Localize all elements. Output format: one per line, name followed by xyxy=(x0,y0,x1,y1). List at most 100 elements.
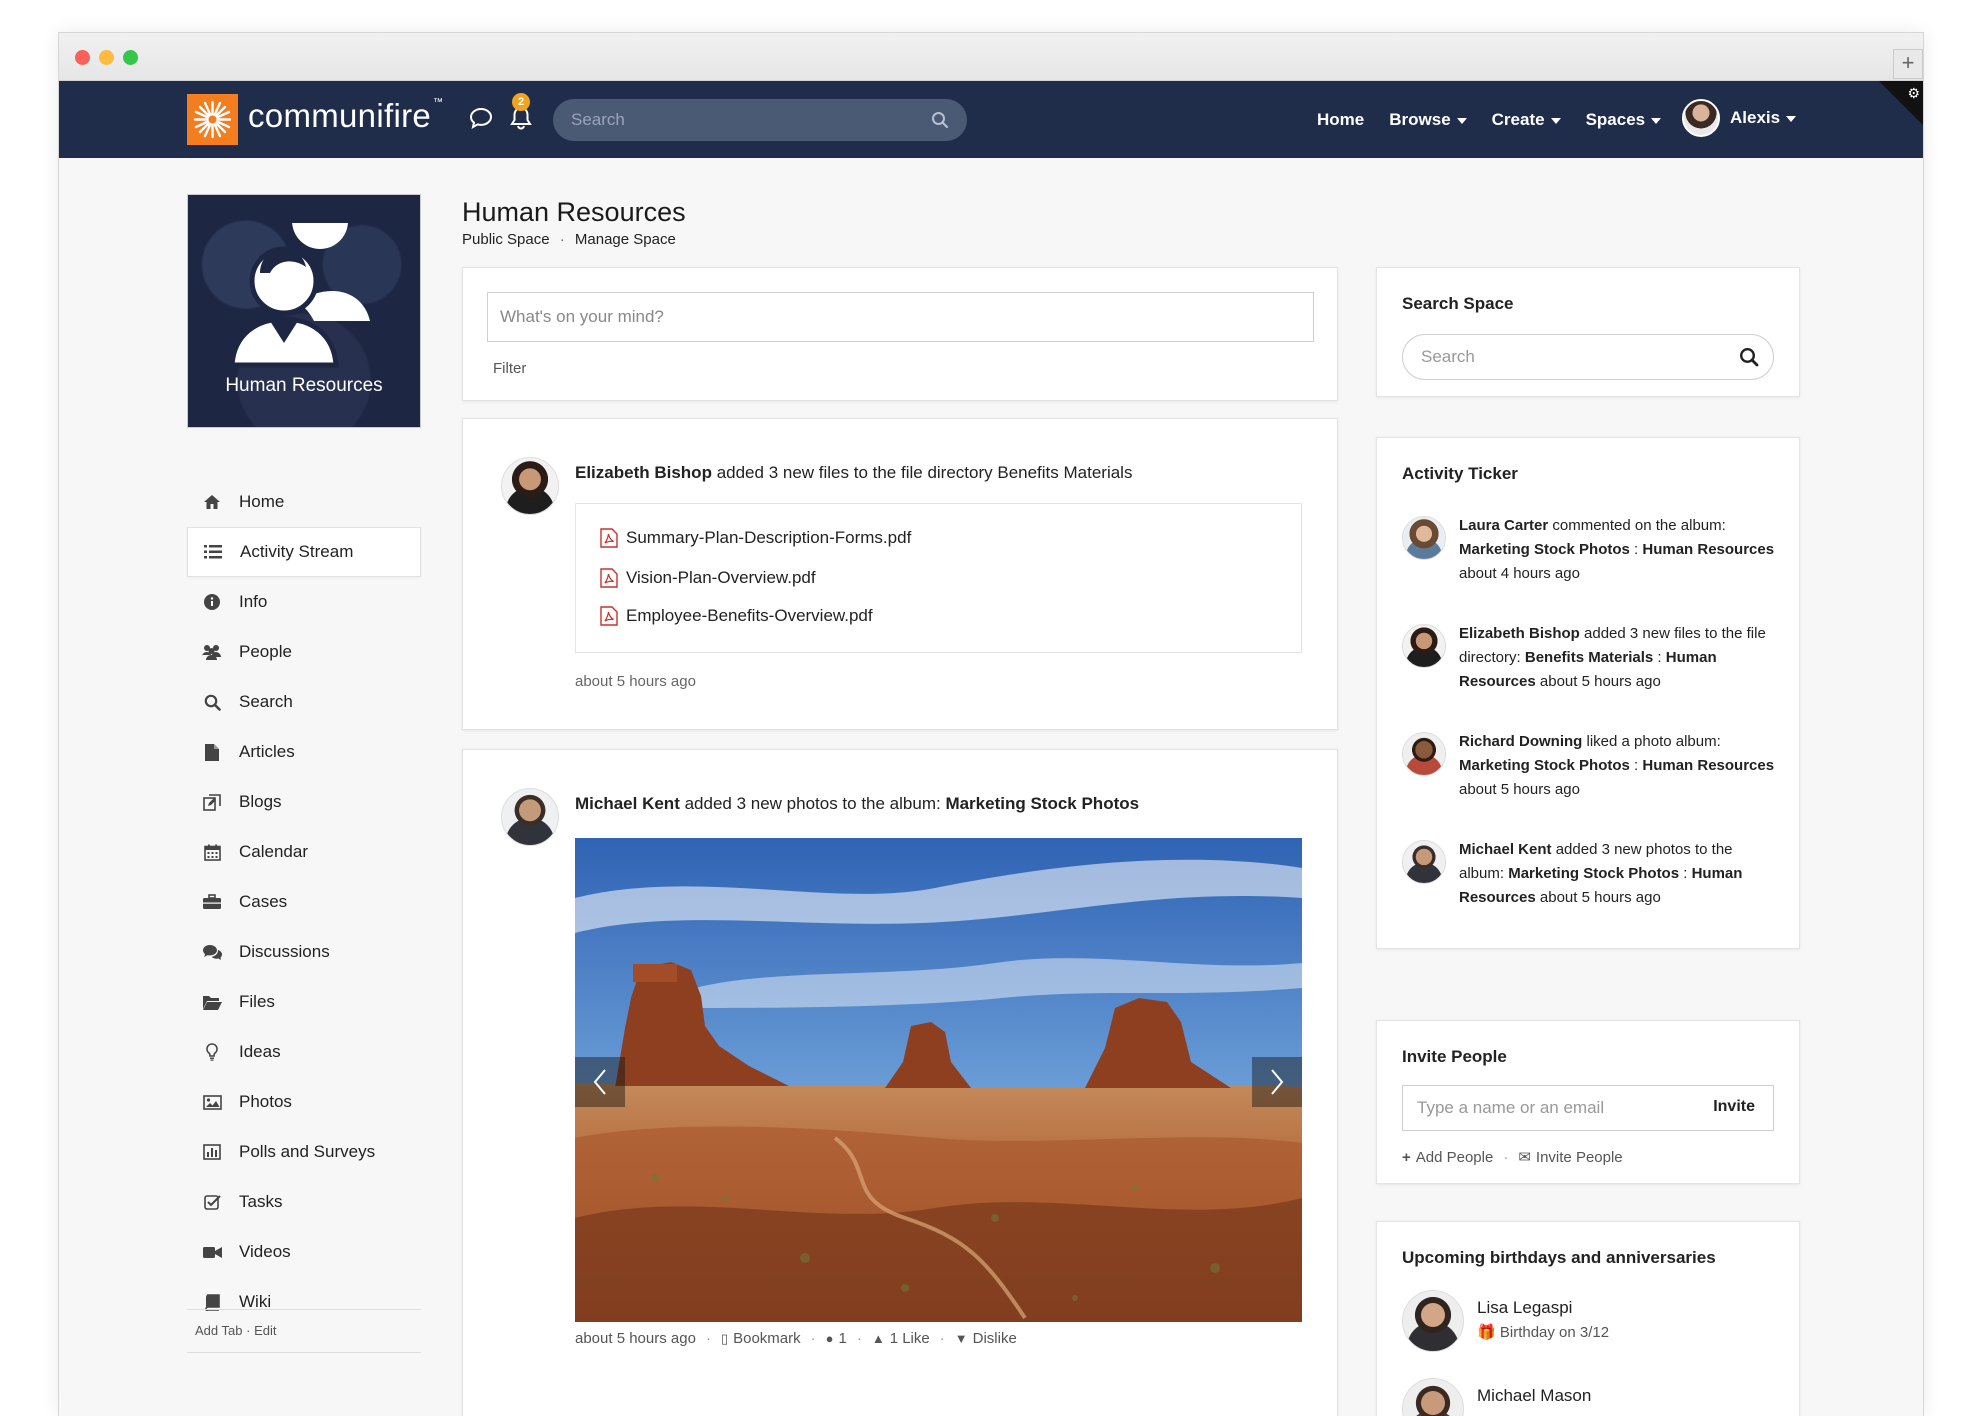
photo-carousel[interactable] xyxy=(575,838,1302,1322)
sidebar-item-tasks[interactable]: Tasks xyxy=(187,1177,421,1227)
user-menu[interactable]: Alexis xyxy=(1730,108,1797,128)
like-button[interactable]: ▲ 1 Like xyxy=(872,1330,930,1347)
sidebar-item-calendar[interactable]: Calendar xyxy=(187,827,421,877)
invite-button[interactable]: Invite xyxy=(1713,1098,1755,1116)
invite-people-label: Invite People xyxy=(1535,1149,1623,1166)
ticker-target-link[interactable]: Marketing Stock Photos xyxy=(1508,865,1679,882)
comments-button[interactable]: ● 1 xyxy=(826,1330,847,1347)
minimize-window-button[interactable] xyxy=(99,50,114,65)
ticker-space-link[interactable]: Human Resources xyxy=(1642,541,1774,558)
status-input[interactable] xyxy=(487,292,1314,342)
sidebar-item-search[interactable]: Search xyxy=(187,677,421,727)
activity-post: Elizabeth Bishop added 3 new files to th… xyxy=(462,418,1338,730)
new-tab-button[interactable]: + xyxy=(1893,49,1923,79)
sidebar-item-people[interactable]: People xyxy=(187,627,421,677)
person-name-link[interactable]: Lisa Legaspi xyxy=(1477,1298,1572,1318)
post-author-link[interactable]: Elizabeth Bishop xyxy=(575,463,712,482)
avatar[interactable] xyxy=(1402,1378,1464,1416)
file-item[interactable]: Employee-Benefits-Overview.pdf xyxy=(600,604,873,628)
avatar[interactable] xyxy=(1402,1290,1464,1352)
search-icon[interactable] xyxy=(1739,347,1759,367)
sidebar-item-discussions[interactable]: Discussions xyxy=(187,927,421,977)
ticker-user-link[interactable]: Richard Downing xyxy=(1459,733,1582,750)
people-icon xyxy=(201,641,223,663)
global-search-input[interactable] xyxy=(553,99,967,141)
sidebar-item-home[interactable]: Home xyxy=(187,477,421,527)
file-item[interactable]: Vision-Plan-Overview.pdf xyxy=(600,566,816,590)
search-icon xyxy=(201,691,223,713)
sidebar-item-label: Home xyxy=(239,492,285,511)
space-search-input[interactable] xyxy=(1402,334,1774,380)
previous-photo-button[interactable] xyxy=(575,1057,625,1107)
edit-tabs-link[interactable]: Edit xyxy=(254,1323,276,1338)
search-icon[interactable] xyxy=(931,111,949,129)
briefcase-icon xyxy=(201,891,223,913)
comments-icon xyxy=(201,941,223,963)
sidebar-item-photos[interactable]: Photos xyxy=(187,1077,421,1127)
avatar[interactable] xyxy=(1402,732,1446,776)
avatar[interactable] xyxy=(1402,624,1446,668)
post-composer: Filter xyxy=(462,267,1338,401)
ticker-target-link[interactable]: Marketing Stock Photos xyxy=(1459,757,1630,774)
dislike-button[interactable]: ▼ Dislike xyxy=(955,1330,1017,1347)
invite-email-input[interactable] xyxy=(1403,1086,1693,1130)
ticker-user-link[interactable]: Michael Kent xyxy=(1459,841,1552,858)
avatar[interactable] xyxy=(501,788,559,846)
gift-icon: 🎁 xyxy=(1477,1324,1496,1341)
nav-browse[interactable]: Browse xyxy=(1389,110,1467,130)
sidebar-item-cases[interactable]: Cases xyxy=(187,877,421,927)
ticker-space-link[interactable]: Human Resources xyxy=(1642,757,1774,774)
logo-icon[interactable] xyxy=(187,94,238,145)
nav-create[interactable]: Create xyxy=(1492,110,1561,130)
person-name-link[interactable]: Michael Mason xyxy=(1477,1386,1591,1406)
avatar[interactable] xyxy=(1402,516,1446,560)
sidebar-item-info[interactable]: Info xyxy=(187,577,421,627)
ticker-target-link[interactable]: Benefits Materials xyxy=(1525,649,1653,666)
sidebar-item-blogs[interactable]: Blogs xyxy=(187,777,421,827)
nav-spaces[interactable]: Spaces xyxy=(1586,110,1662,130)
next-photo-button[interactable] xyxy=(1252,1057,1302,1107)
sidebar-item-videos[interactable]: Videos xyxy=(187,1227,421,1277)
bookmark-label: Bookmark xyxy=(733,1330,801,1347)
maximize-window-button[interactable] xyxy=(123,50,138,65)
chat-icon[interactable] xyxy=(469,107,493,129)
invite-people-link[interactable]: ✉ Invite People xyxy=(1518,1148,1622,1166)
sidebar-item-polls-and-surveys[interactable]: Polls and Surveys xyxy=(187,1127,421,1177)
user-avatar[interactable] xyxy=(1682,99,1720,137)
blog-icon xyxy=(201,791,223,813)
ticker-text: Michael Kent added 3 new photos to the a… xyxy=(1459,838,1779,910)
album-link[interactable]: Marketing Stock Photos xyxy=(945,794,1139,813)
filter-button[interactable]: Filter xyxy=(493,360,526,377)
ticker-user-link[interactable]: Elizabeth Bishop xyxy=(1459,625,1580,642)
bookmark-button[interactable]: ▯ Bookmark xyxy=(721,1330,801,1347)
sidebar-item-label: Tasks xyxy=(239,1192,283,1211)
pdf-icon xyxy=(600,528,618,548)
space-subtitle: Public Space · Manage Space xyxy=(462,231,676,248)
landscape-photo xyxy=(575,838,1302,1322)
sidebar-item-label: Files xyxy=(239,992,275,1011)
home-icon xyxy=(201,491,223,513)
add-tab-link[interactable]: Add Tab xyxy=(195,1323,242,1338)
browser-titlebar: + xyxy=(59,33,1923,81)
ticker-target-link[interactable]: Marketing Stock Photos xyxy=(1459,541,1630,558)
sidebar-item-articles[interactable]: Articles xyxy=(187,727,421,777)
add-people-link[interactable]: + Add People xyxy=(1402,1149,1493,1166)
post-text: Elizabeth Bishop added 3 new files to th… xyxy=(575,463,1132,483)
gear-icon[interactable]: ⚙ xyxy=(1907,85,1920,102)
logo-text[interactable]: communifire ™ xyxy=(248,97,443,135)
nav-home[interactable]: Home xyxy=(1317,110,1364,130)
avatar[interactable] xyxy=(1402,840,1446,884)
space-tile[interactable]: Human Resources xyxy=(187,194,421,428)
sidebar-item-ideas[interactable]: Ideas xyxy=(187,1027,421,1077)
manage-space-link[interactable]: Manage Space xyxy=(575,231,676,248)
ticker-user-link[interactable]: Laura Carter xyxy=(1459,517,1548,534)
post-author-link[interactable]: Michael Kent xyxy=(575,794,680,813)
thumbs-down-icon: ▼ xyxy=(954,1331,968,1346)
sidebar-item-files[interactable]: Files xyxy=(187,977,421,1027)
sidebar-item-activity-stream[interactable]: Activity Stream xyxy=(187,527,421,577)
ticker-text: Richard Downing liked a photo album: Mar… xyxy=(1459,730,1779,802)
close-window-button[interactable] xyxy=(75,50,90,65)
sidebar-item-label: Blogs xyxy=(239,792,282,811)
avatar[interactable] xyxy=(501,457,559,515)
file-item[interactable]: Summary-Plan-Description-Forms.pdf xyxy=(600,526,911,550)
